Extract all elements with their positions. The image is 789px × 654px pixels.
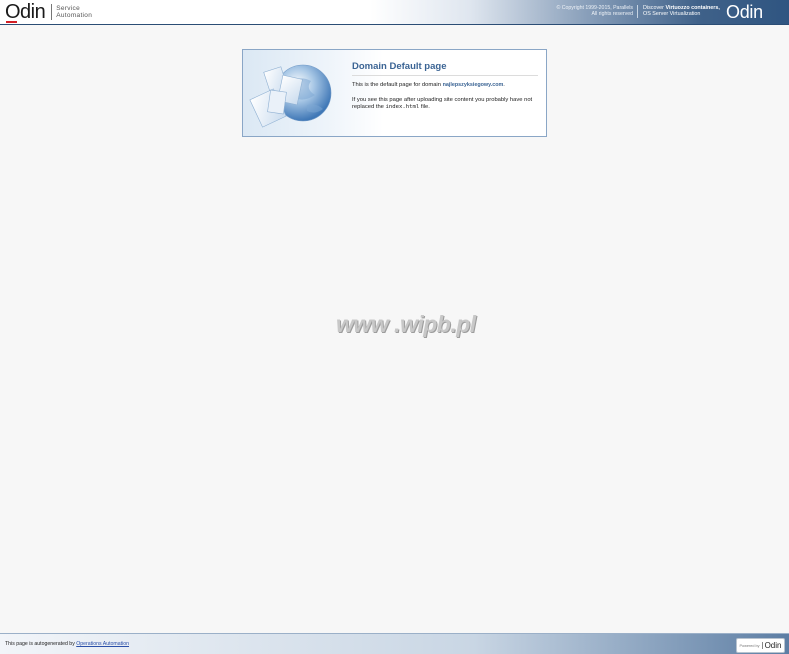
replace-suffix: file. (419, 104, 430, 110)
autogenerated-note: This page is autogenerated by Operations… (5, 641, 129, 647)
logo-subtitle-line2: Automation (56, 12, 93, 19)
logo-divider (51, 4, 53, 20)
card-body: Domain Default page This is the default … (352, 61, 538, 111)
logo-subtitle: Service Automation (56, 5, 92, 19)
page-title: Domain Default page (352, 61, 538, 76)
powered-by-divider (761, 642, 763, 649)
powered-by-odin-badge[interactable]: Powered by Odin (736, 638, 785, 653)
replace-prefix: If you see this page after uploading sit… (352, 97, 533, 110)
header-divider (637, 5, 638, 18)
domain-default-card: Domain Default page This is the default … (242, 49, 547, 137)
wipb-watermark: www .wipb.pl (336, 311, 476, 337)
message-prefix: This is the default page for domain (352, 82, 443, 88)
footer-bar: This page is autogenerated by Operations… (0, 633, 789, 654)
index-html-code: index.html (385, 104, 420, 110)
discover-line2: OS Server Virtualization (643, 11, 701, 17)
powered-by-text: Powered by (739, 643, 760, 648)
domain-name: najlepszyksiegowy.com (442, 82, 504, 88)
odin-logo-right[interactable]: Odin (726, 2, 763, 22)
operations-automation-link[interactable]: Operations Automation (76, 641, 129, 647)
default-page-message: This is the default page for domain najl… (352, 82, 538, 88)
copyright-line2: All rights reserved (591, 11, 633, 17)
globe-documents-icon (249, 64, 332, 128)
discover-virtuozzo-link[interactable]: Discover Virtuozzo containers, OS Server… (643, 5, 720, 17)
odin-service-automation-logo[interactable]: Odin Service Automation (5, 1, 92, 23)
message-suffix: . (503, 82, 505, 88)
logo-odin-text: Odin (5, 1, 46, 23)
footer-prefix: This page is autogenerated by (5, 641, 77, 647)
header-bar: Odin Service Automation © Copyright 1999… (0, 0, 789, 25)
logo-red-underline (6, 21, 17, 23)
replace-index-message: If you see this page after uploading sit… (352, 97, 538, 111)
copyright-notice: © Copyright 1999-2015, Parallels All rig… (557, 5, 634, 17)
logo-subtitle-line1: Service (56, 5, 81, 12)
powered-odin-logo: Odin (764, 641, 782, 650)
